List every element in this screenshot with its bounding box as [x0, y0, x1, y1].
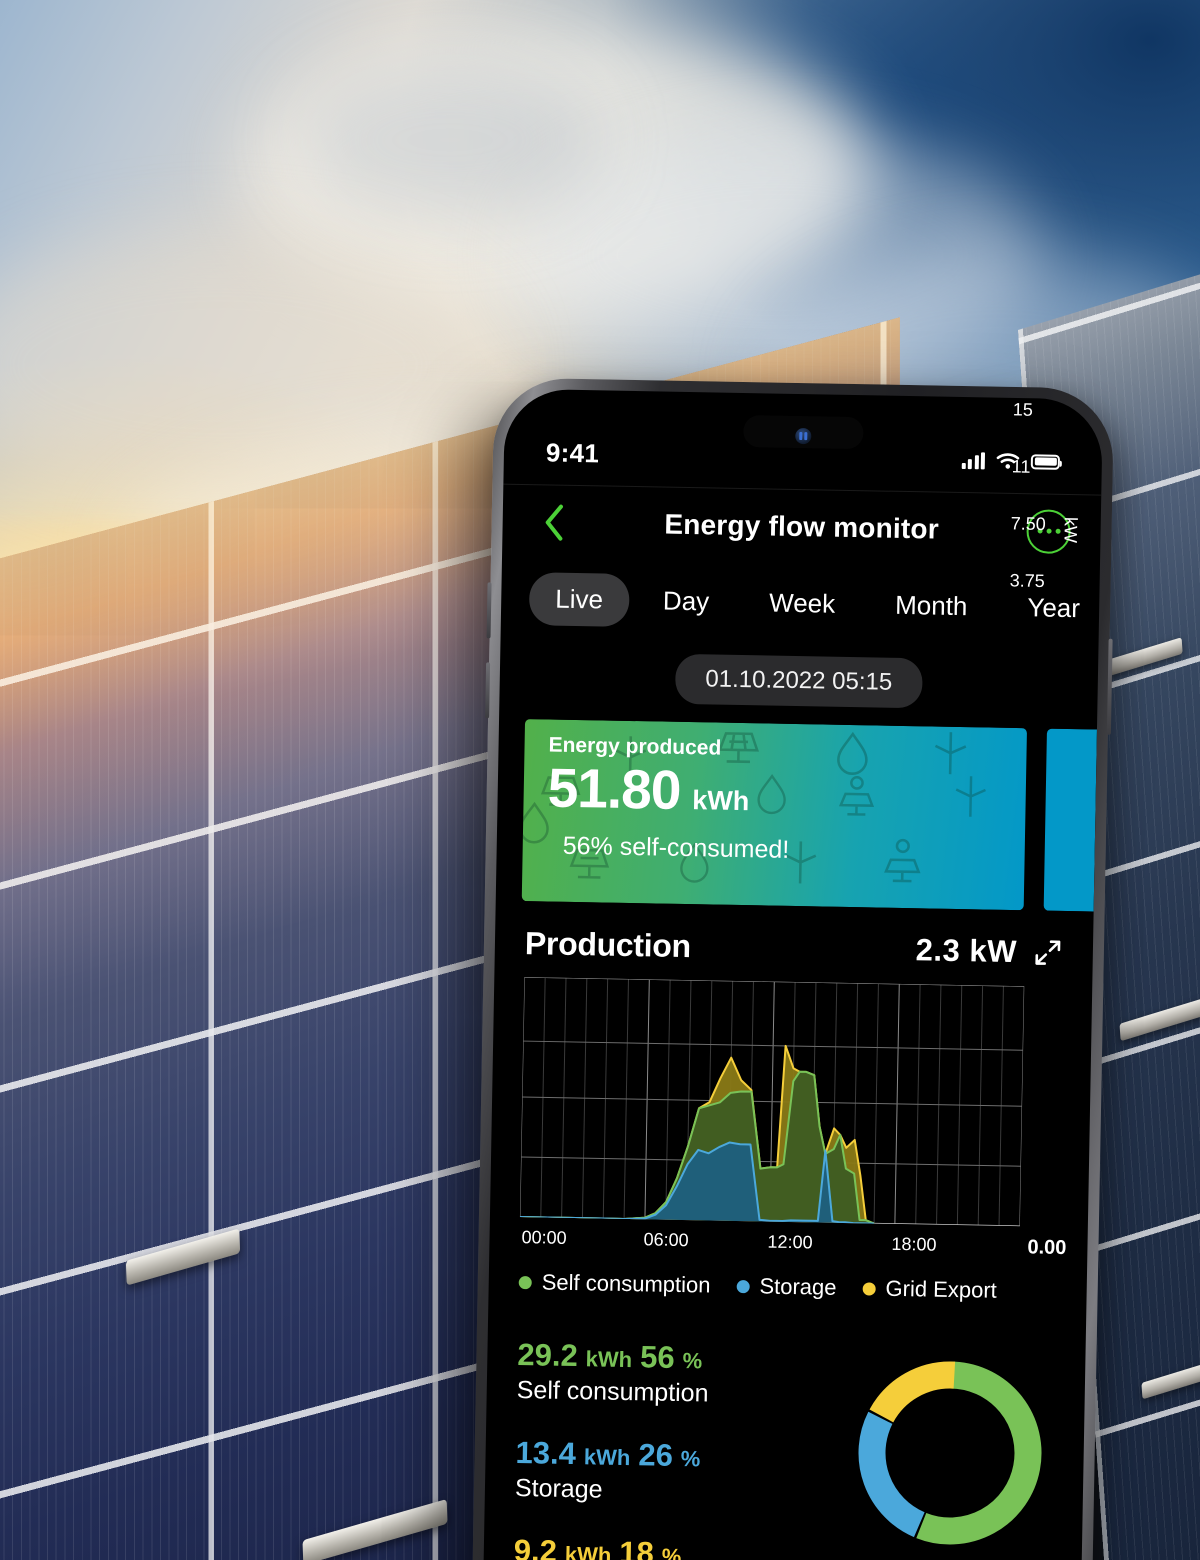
x-tick: 18:00 [891, 1233, 937, 1255]
legend-label: Grid Export [885, 1275, 998, 1303]
date-selector[interactable]: 01.10.2022 05:15 [674, 653, 923, 709]
legend-item-grid-export: Grid Export [862, 1275, 997, 1303]
stat-percent: 26 [638, 1437, 674, 1473]
production-value: 2.3 [915, 932, 961, 969]
legend-label: Storage [759, 1273, 837, 1300]
stat-label: Self consumption [516, 1376, 709, 1408]
stat-self-consumption: 29.2 kWh 56 % Self consumption [516, 1337, 847, 1411]
stat-storage: 13.4 kWh 26 % Storage [515, 1435, 846, 1509]
energy-produced-card[interactable]: Energy produced 51.80 kWh 56% self-consu… [521, 719, 1027, 911]
volume-down-button[interactable] [485, 662, 491, 719]
tab-day[interactable]: Day [636, 574, 735, 629]
cloud [300, 60, 600, 220]
stat-grid-export: 9.2 kWh 18 % [513, 1533, 844, 1560]
chart-canvas [519, 977, 1025, 1227]
stat-unit: kWh [585, 1346, 633, 1373]
summary-card-carousel[interactable]: Energy produced 51.80 kWh 56% self-consu… [496, 719, 1097, 912]
stat-value: 13.4 [515, 1434, 577, 1472]
back-button[interactable] [536, 501, 571, 544]
stat-percent: 18 [619, 1534, 655, 1560]
legend-label: Self consumption [541, 1269, 711, 1298]
production-unit: kW [969, 933, 1018, 970]
production-chart[interactable] [519, 977, 1025, 1227]
stat-value: 9.2 [513, 1532, 558, 1560]
production-current-value: 2.3 kW [915, 932, 1017, 970]
legend-swatch [862, 1281, 876, 1296]
page-title: Energy flow monitor [664, 508, 940, 545]
x-tick: 12:00 [767, 1231, 813, 1253]
card-value: 51.80 [547, 756, 682, 821]
stat-percent-sign: % [661, 1543, 682, 1560]
stat-percent-sign: % [682, 1348, 703, 1374]
chart-y-axis-label: kW [1060, 516, 1081, 544]
donut-canvas [858, 1361, 1042, 1545]
tab-week[interactable]: Week [743, 576, 862, 631]
legend-item-storage: Storage [736, 1273, 837, 1301]
expand-diagonal-icon [1035, 940, 1061, 965]
x-tick: 00:00 [521, 1227, 567, 1248]
legend-swatch [736, 1279, 750, 1293]
chevron-left-icon [545, 504, 563, 541]
x-tick: 06:00 [643, 1229, 689, 1251]
card-value-row: 51.80 kWh [547, 756, 1026, 825]
chart-legend: Self consumption Storage Grid Export [518, 1269, 1059, 1305]
stat-percent-sign: % [680, 1446, 701, 1472]
production-header: Production 2.3 kW [495, 924, 1094, 973]
energy-split-donut-chart[interactable] [852, 1355, 1048, 1551]
y-tick: 11 [1011, 456, 1031, 477]
next-summary-card[interactable] [1043, 728, 1097, 912]
cellular-bars-icon [961, 451, 986, 469]
stat-unit: kWh [564, 1541, 612, 1560]
card-unit: kWh [691, 785, 750, 817]
y-tick: 7.50 [1010, 513, 1046, 535]
stat-label: Storage [514, 1473, 603, 1504]
stats-list: 29.2 kWh 56 % Self consumption 13.4 kWh … [513, 1337, 848, 1560]
tab-month[interactable]: Month [869, 578, 994, 633]
volume-up-button[interactable] [486, 582, 492, 639]
legend-swatch [518, 1275, 532, 1289]
status-time: 9:41 [545, 436, 600, 468]
y-tick: 3.75 [1009, 570, 1045, 592]
expand-chart-button[interactable] [1029, 933, 1068, 972]
legend-item-self-consumption: Self consumption [518, 1269, 711, 1299]
section-title: Production [524, 924, 692, 964]
chart-x-axis: 00:00 06:00 12:00 18:00 [520, 1227, 1020, 1255]
stat-unit: kWh [583, 1444, 631, 1471]
stat-percent: 56 [639, 1339, 675, 1375]
stat-values: 9.2 kWh 18 % [513, 1533, 844, 1560]
y-axis-zero-tick: 0.00 [1027, 1236, 1067, 1260]
stat-values: 29.2 kWh 56 % [517, 1337, 848, 1379]
stat-value: 29.2 [517, 1337, 579, 1374]
tab-live[interactable]: Live [528, 571, 630, 627]
stat-values: 13.4 kWh 26 % [515, 1435, 846, 1477]
y-tick: 15 [1012, 399, 1034, 420]
